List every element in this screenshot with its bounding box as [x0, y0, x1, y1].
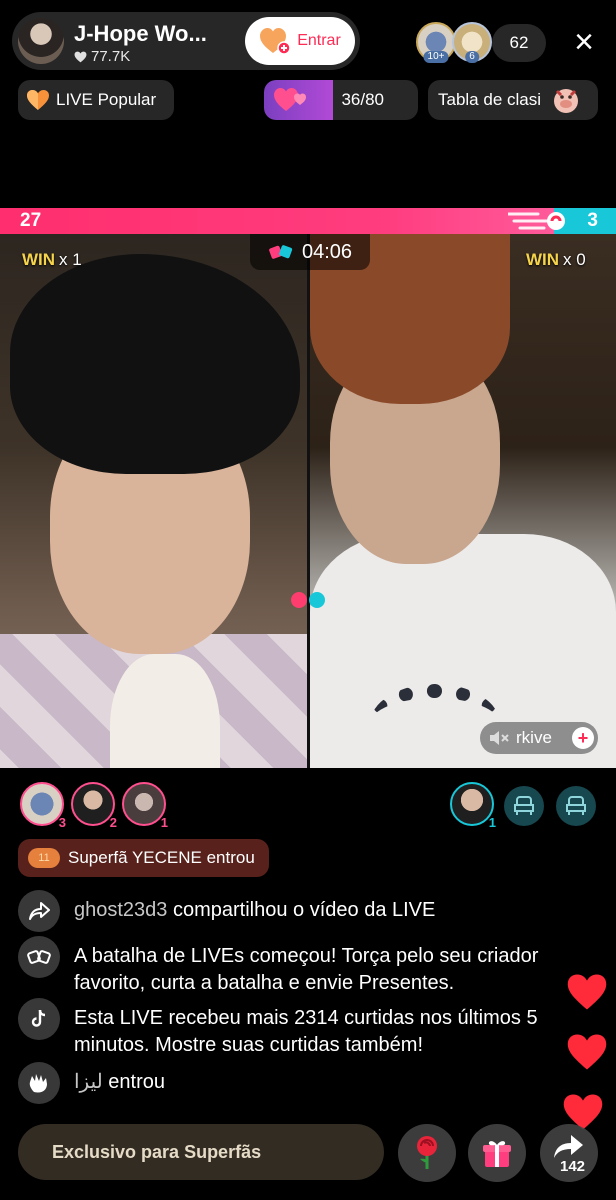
opponent-name: rkive [516, 728, 552, 747]
share-icon [18, 890, 60, 932]
viewer-badge: 6 [465, 51, 479, 63]
supporter-rank: 2 [109, 815, 117, 830]
superfan-text: Superfã YECENE entrou [68, 848, 255, 867]
host-info[interactable]: J-Hope Wo... 77.7K Entrar [12, 12, 360, 70]
fire-icon [27, 90, 49, 110]
chat-text: compartilhou o vídeo da LIVE [167, 899, 436, 921]
empty-seat[interactable] [556, 786, 596, 826]
close-icon[interactable]: × [566, 25, 602, 61]
host-shirt [110, 654, 220, 768]
host-likes: 77.7K [74, 48, 130, 65]
heart-icon [567, 974, 607, 1010]
supporter-avatar[interactable]: 1 [122, 782, 168, 830]
superfan-badge-icon: 11 [28, 848, 60, 868]
battle-dot-right [309, 592, 325, 608]
chat-message[interactable]: A batalha de LIVEs começou! Torça pelo s… [18, 936, 596, 997]
follow-button[interactable]: Entrar [245, 17, 355, 65]
wave-icon [18, 1062, 60, 1104]
viewer-badge: 10+ [423, 51, 449, 63]
plus-icon[interactable]: + [572, 727, 594, 749]
chat-message[interactable]: ghost23d3 compartilhou o vídeo da LIVE [18, 890, 596, 932]
viewer-avatar[interactable]: 6 [452, 22, 492, 63]
chat-username[interactable]: ليزا [74, 1071, 103, 1093]
goal-progress-value: 36/80 [341, 90, 384, 109]
battle-dot-left [291, 592, 307, 608]
viewer-count[interactable]: 62 [492, 24, 546, 62]
supporter-rank: 1 [488, 815, 496, 830]
tiktok-icon [18, 998, 60, 1040]
supporter-avatar[interactable]: 2 [71, 782, 117, 830]
share-icon [554, 1135, 583, 1158]
heart-icon [74, 51, 87, 62]
seat-icon [566, 796, 586, 815]
supporter-rank: 3 [58, 815, 66, 830]
supporter-rank: 1 [160, 815, 168, 830]
empty-seat[interactable] [504, 786, 544, 826]
win-streak-right: WIN x 0 [526, 250, 586, 270]
host-likes-count: 77.7K [91, 48, 131, 65]
seat-icon [514, 796, 534, 815]
win-label: WIN [22, 250, 56, 269]
gift-icon [483, 1141, 511, 1167]
win-streak-left: WIN x 1 [22, 250, 82, 270]
live-popular-label: LIVE Popular [56, 90, 157, 109]
chat-username[interactable]: ghost23d3 [74, 899, 167, 921]
comment-input[interactable]: Exclusivo para Superfãs [18, 1124, 384, 1180]
rose-icon [417, 1136, 437, 1169]
goal-progress[interactable]: 36/80 [264, 80, 418, 120]
battle-score-bar: 27 3 [0, 208, 616, 234]
opponent-tag[interactable]: rkive + [480, 722, 598, 754]
chat-text: Esta LIVE recebeu mais 2314 curtidas nos… [74, 1007, 538, 1056]
live-popular-tag[interactable]: LIVE Popular [18, 80, 174, 120]
top-viewers[interactable]: 10+ 6 62 [414, 20, 546, 64]
follow-label: Entrar [297, 32, 341, 49]
chat-text: A batalha de LIVEs começou! Torça pelo s… [74, 945, 539, 994]
battle-timer: 04:06 [250, 234, 370, 270]
ranking-tag[interactable]: Tabla de clasi [428, 80, 598, 120]
heart-icon [567, 1034, 607, 1070]
supporter-avatar-right[interactable]: 1 [450, 782, 496, 830]
ranking-label: Tabla de clasi [438, 90, 542, 109]
host-video[interactable] [0, 234, 307, 768]
share-count: 142 [560, 1158, 586, 1175]
supporter-avatar[interactable]: 3 [20, 782, 66, 830]
trophy-pig-icon [554, 89, 579, 113]
host-hair [10, 254, 300, 474]
opponent-video[interactable] [310, 234, 616, 768]
battle-bar-left [0, 208, 555, 234]
chat-text: entrou [102, 1071, 165, 1093]
battle-score-right: 3 [587, 210, 598, 231]
viewer-avatar[interactable]: 10+ [416, 22, 456, 63]
host-name: J-Hope Wo... [74, 21, 207, 46]
battle-spark-icon [508, 212, 565, 230]
follow-icon [260, 28, 291, 55]
superfan-join-message[interactable]: 11 Superfã YECENE entrou [18, 839, 269, 877]
host-avatar[interactable] [18, 18, 64, 64]
battle-timer-value: 04:06 [301, 240, 353, 263]
gift-button[interactable] [468, 1124, 526, 1182]
battle-icon [269, 245, 293, 259]
win-count: x 1 [59, 250, 82, 269]
battle-icon [18, 936, 60, 978]
win-label: WIN [526, 250, 560, 269]
battle-score-left: 27 [20, 210, 42, 231]
gift-hearts-icon [274, 88, 306, 111]
mute-icon[interactable] [488, 729, 510, 747]
win-count: x 0 [563, 250, 586, 269]
chat-message[interactable]: Esta LIVE recebeu mais 2314 curtidas nos… [18, 998, 596, 1059]
rose-button[interactable] [398, 1124, 456, 1182]
opponent-shirt-print [370, 684, 500, 764]
chat-message[interactable]: ليزا entrou [18, 1062, 596, 1104]
